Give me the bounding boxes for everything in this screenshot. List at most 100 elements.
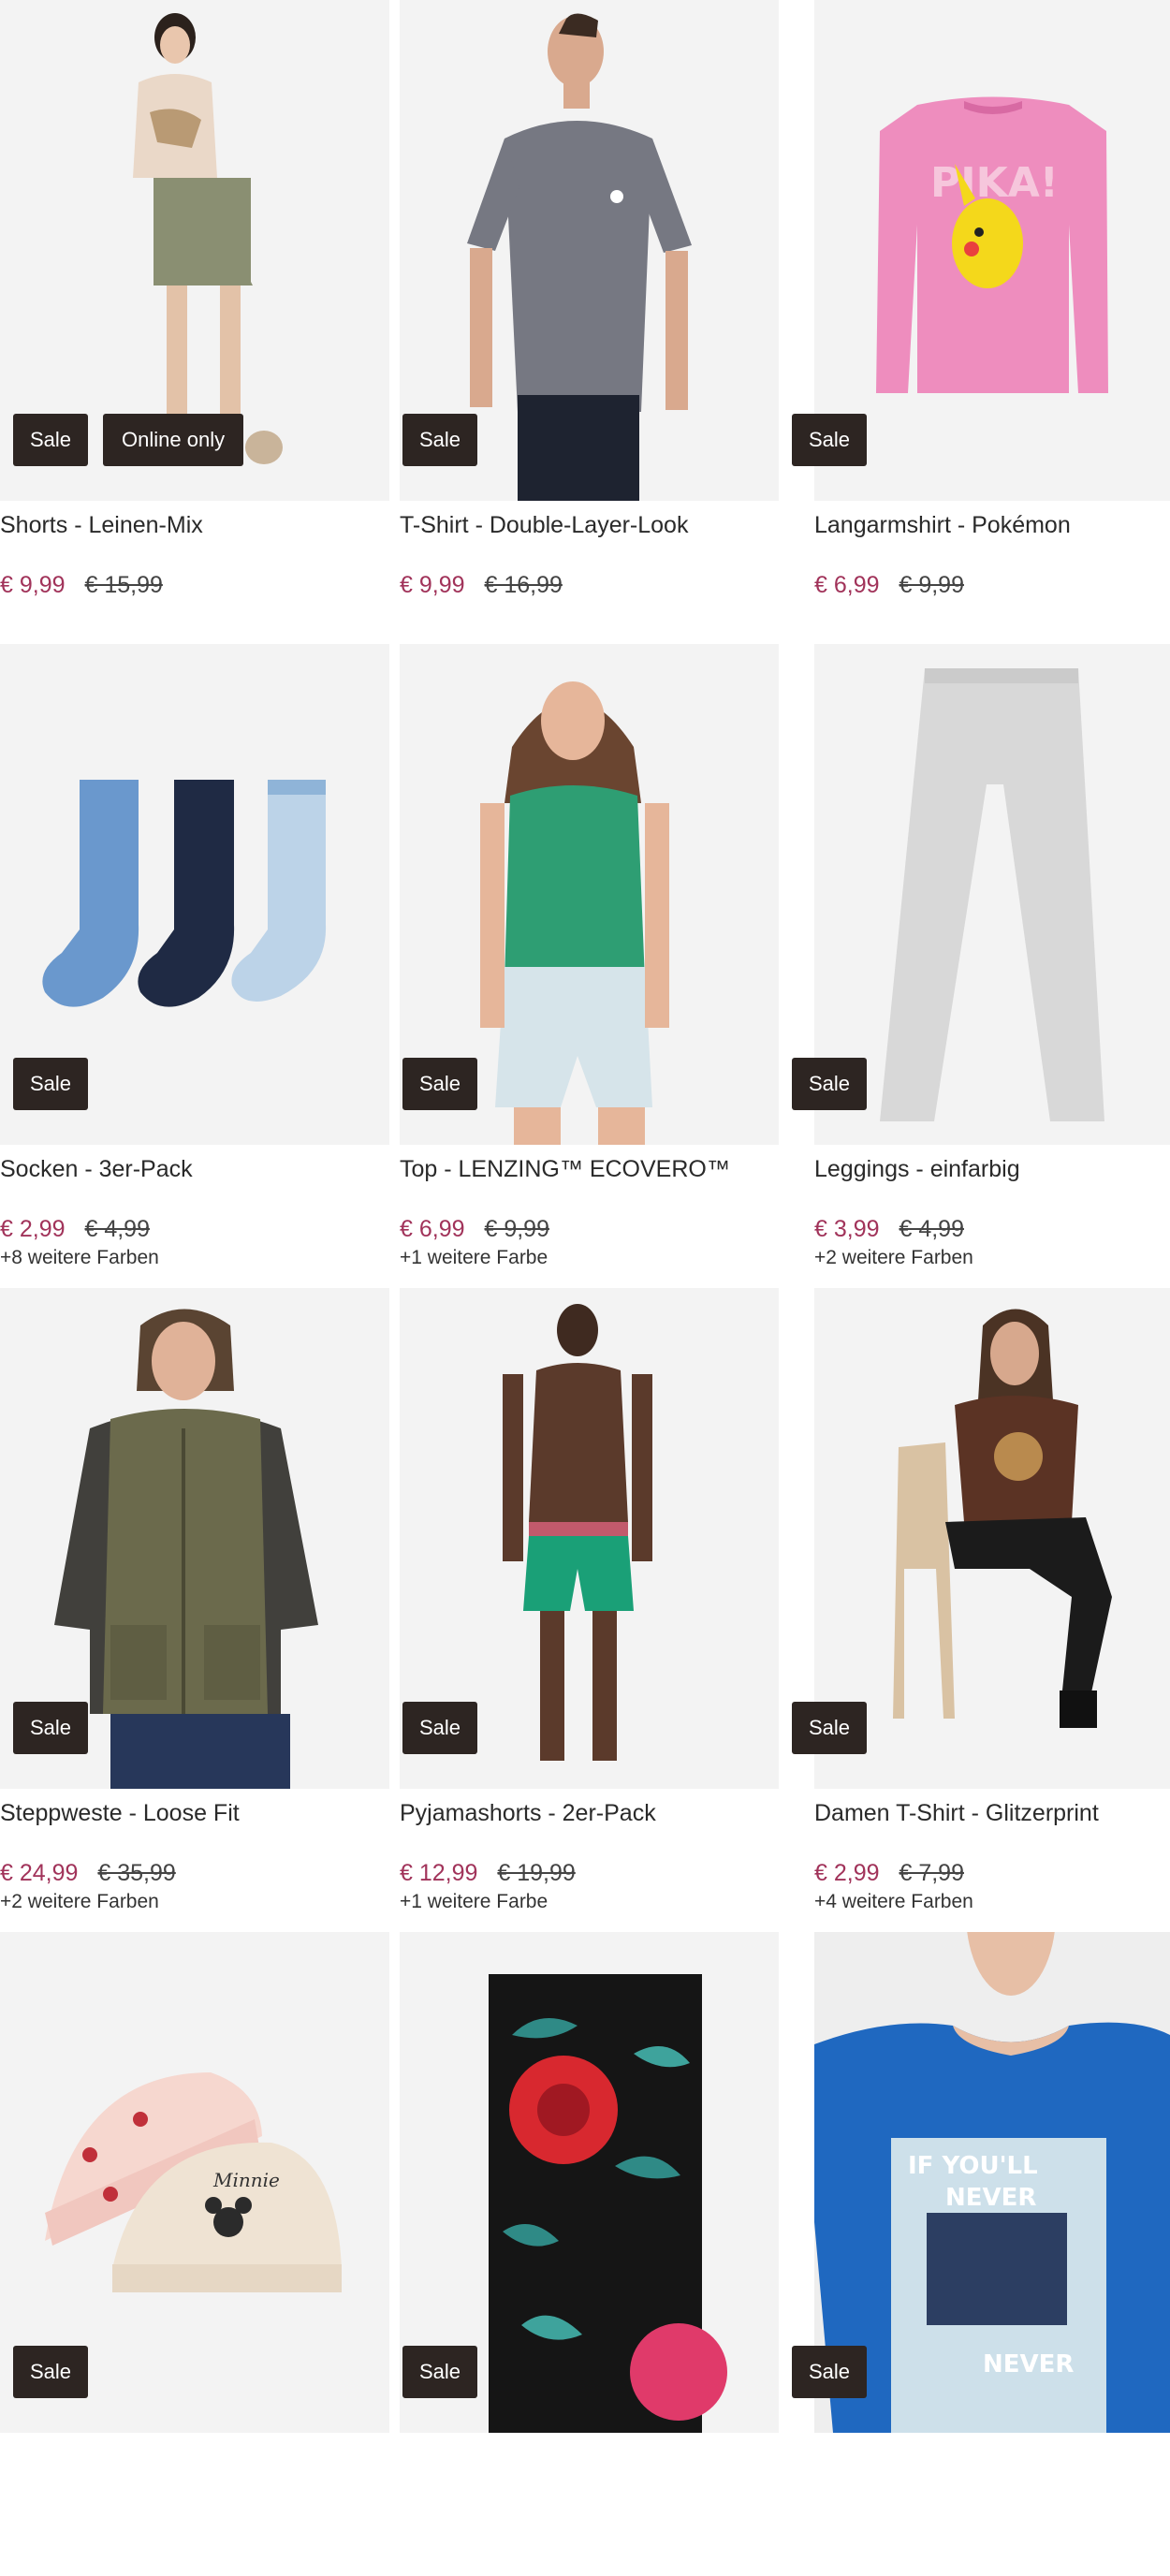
product-info: T-Shirt - Double-Layer-Look € 9,99 € 16,… [400, 501, 755, 600]
badge-group: Sale [402, 414, 478, 466]
product-card[interactable]: Sale Online only Shorts - Leinen-Mix € 9… [0, 0, 389, 644]
price-row: € 2,99 € 4,99 [0, 1214, 356, 1244]
product-title[interactable]: Langarmshirt - Pokémon [814, 510, 1170, 540]
sale-badge: Sale [402, 1702, 478, 1754]
svg-text:NEVER: NEVER [983, 2350, 1074, 2378]
product-image[interactable]: IF YOU'LL NEVER NEVER [814, 1932, 1170, 2433]
price-row: € 2,99 € 7,99 [814, 1858, 1170, 1888]
sale-badge: Sale [792, 2346, 868, 2398]
original-price: € 9,99 [484, 1216, 549, 1242]
badge-group: Sale Online only [13, 414, 244, 466]
sale-badge: Sale [13, 2346, 89, 2398]
product-card[interactable]: Minnie Sale [0, 1932, 389, 2576]
product-info: Top - LENZING™ ECOVERO™ € 6,99 € 9,99 +1… [400, 1145, 755, 1270]
blue-printed-tshirt-image: IF YOU'LL NEVER NEVER [814, 1932, 1170, 2433]
original-price: € 19,99 [497, 1860, 576, 1886]
sale-badge: Sale [13, 1702, 89, 1754]
more-colors-link[interactable]: +1 weitere Farbe [400, 1246, 755, 1270]
badge-group: Sale [792, 2346, 868, 2398]
badge-group: Sale [13, 1058, 89, 1110]
product-title[interactable]: Pyjamashorts - 2er-Pack [400, 1798, 755, 1828]
price-row: € 9,99 € 15,99 [0, 570, 356, 600]
svg-text:IF YOU'LL: IF YOU'LL [908, 2152, 1038, 2180]
product-info: Leggings - einfarbig € 3,99 € 4,99 +2 we… [814, 1145, 1170, 1270]
sale-badge: Sale [13, 414, 89, 466]
product-card[interactable]: Sale Steppweste - Loose Fit € 24,99 € 35… [0, 1288, 389, 1932]
badge-group: Sale [402, 1702, 478, 1754]
product-card[interactable]: IF YOU'LL NEVER NEVER Sale [779, 1932, 1170, 2576]
more-colors-link[interactable]: +1 weitere Farbe [400, 1890, 755, 1914]
price-row: € 3,99 € 4,99 [814, 1214, 1170, 1244]
original-price: € 9,99 [899, 572, 964, 598]
online-only-badge: Online only [103, 414, 244, 466]
product-info: Damen T-Shirt - Glitzerprint € 2,99 € 7,… [814, 1789, 1170, 1914]
price-row: € 24,99 € 35,99 [0, 1858, 356, 1888]
current-price: € 3,99 [814, 1216, 880, 1242]
sale-badge: Sale [792, 1058, 868, 1110]
more-colors-link[interactable]: +8 weitere Farben [0, 1246, 356, 1270]
product-card[interactable]: Sale [389, 1932, 779, 2576]
current-price: € 2,99 [814, 1860, 880, 1886]
sale-badge: Sale [402, 414, 478, 466]
original-price: € 35,99 [97, 1860, 176, 1886]
grey-leggings-image [814, 644, 1170, 1145]
product-card[interactable]: Sale Pyjamashorts - 2er-Pack € 12,99 € 1… [389, 1288, 779, 1932]
price-row: € 9,99 € 16,99 [400, 570, 755, 600]
original-price: € 16,99 [484, 572, 563, 598]
badge-group: Sale [792, 1702, 868, 1754]
current-price: € 2,99 [0, 1216, 66, 1242]
sale-badge: Sale [13, 1058, 89, 1110]
product-title[interactable]: Damen T-Shirt - Glitzerprint [814, 1798, 1170, 1828]
sale-badge: Sale [402, 1058, 478, 1110]
current-price: € 9,99 [0, 572, 66, 598]
product-image[interactable]: PIKA! [814, 0, 1170, 501]
badge-group: Sale [402, 1058, 478, 1110]
product-card[interactable]: Sale Top - LENZING™ ECOVERO™ € 6,99 € 9,… [389, 644, 779, 1288]
product-card[interactable]: Sale Damen T-Shirt - Glitzerprint € 2,99… [779, 1288, 1170, 1932]
product-info: Socken - 3er-Pack € 2,99 € 4,99 +8 weite… [0, 1145, 356, 1270]
badge-group: Sale [402, 2346, 478, 2398]
current-price: € 6,99 [814, 572, 880, 598]
original-price: € 4,99 [899, 1216, 964, 1242]
sale-badge: Sale [402, 2346, 478, 2398]
badge-group: Sale [792, 414, 868, 466]
product-image[interactable] [814, 644, 1170, 1145]
product-title[interactable]: Steppweste - Loose Fit [0, 1798, 356, 1828]
pink-pikachu-longsleeve-image: PIKA! [814, 0, 1170, 501]
product-info: Langarmshirt - Pokémon € 6,99 € 9,99 [814, 501, 1170, 600]
product-info: Pyjamashorts - 2er-Pack € 12,99 € 19,99 … [400, 1789, 755, 1914]
product-title[interactable]: T-Shirt - Double-Layer-Look [400, 510, 755, 540]
current-price: € 12,99 [400, 1860, 478, 1886]
original-price: € 15,99 [84, 572, 163, 598]
svg-text:Minnie: Minnie [212, 2169, 280, 2191]
woman-brown-tshirt-chair-image [814, 1288, 1170, 1789]
product-card[interactable]: Sale T-Shirt - Double-Layer-Look € 9,99 … [389, 0, 779, 644]
product-card[interactable]: PIKA! Sale Langarmshirt - Pokémon € 6,99… [779, 0, 1170, 644]
current-price: € 6,99 [400, 1216, 465, 1242]
original-price: € 7,99 [899, 1860, 964, 1886]
sale-badge: Sale [792, 414, 868, 466]
svg-text:NEVER: NEVER [945, 2184, 1036, 2212]
current-price: € 24,99 [0, 1860, 79, 1886]
product-image[interactable] [814, 1288, 1170, 1789]
badge-group: Sale [13, 2346, 89, 2398]
price-row: € 6,99 € 9,99 [400, 1214, 755, 1244]
product-title[interactable]: Top - LENZING™ ECOVERO™ [400, 1154, 755, 1184]
product-grid: Sale Online only Shorts - Leinen-Mix € 9… [0, 0, 1170, 2576]
price-row: € 12,99 € 19,99 [400, 1858, 755, 1888]
more-colors-link[interactable]: +4 weitere Farben [814, 1890, 1170, 1914]
original-price: € 4,99 [84, 1216, 150, 1242]
badge-group: Sale [792, 1058, 868, 1110]
more-colors-link[interactable]: +2 weitere Farben [0, 1890, 356, 1914]
product-title[interactable]: Shorts - Leinen-Mix [0, 510, 356, 540]
product-info: Shorts - Leinen-Mix € 9,99 € 15,99 [0, 501, 356, 600]
product-card[interactable]: Sale Leggings - einfarbig € 3,99 € 4,99 … [779, 644, 1170, 1288]
product-card[interactable]: Sale Socken - 3er-Pack € 2,99 € 4,99 +8 … [0, 644, 389, 1288]
product-info: Steppweste - Loose Fit € 24,99 € 35,99 +… [0, 1789, 356, 1914]
product-title[interactable]: Socken - 3er-Pack [0, 1154, 356, 1184]
sale-badge: Sale [792, 1702, 868, 1754]
current-price: € 9,99 [400, 572, 465, 598]
more-colors-link[interactable]: +2 weitere Farben [814, 1246, 1170, 1270]
product-title[interactable]: Leggings - einfarbig [814, 1154, 1170, 1184]
price-row: € 6,99 € 9,99 [814, 570, 1170, 600]
